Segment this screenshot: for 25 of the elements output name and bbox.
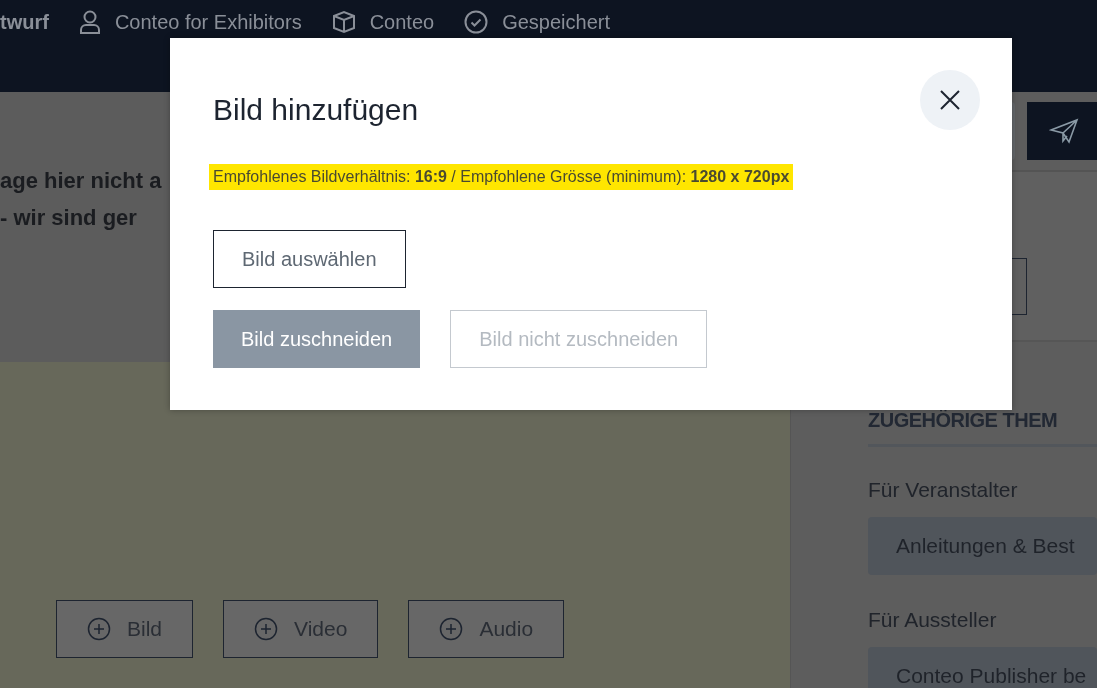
select-image-button[interactable]: Bild auswählen [213, 230, 406, 288]
recommendation-text: Empfohlenes Bildverhältnis: 16:9 / Empfohlene Grösse (minimum): 1280 x 720px [209, 164, 794, 190]
paper-plane-icon [1049, 118, 1079, 144]
plus-circle-icon [254, 617, 279, 641]
group-label: Für Veranstalter [868, 477, 1019, 503]
group-label: Für Aussteller [868, 607, 998, 633]
status-text: twurf [0, 10, 49, 34]
add-media-button[interactable]: Audio [408, 600, 565, 658]
check-circle-icon [464, 10, 489, 34]
crop-button[interactable]: Bild zuschneiden [213, 310, 421, 368]
content-text: - wir sind ger [0, 204, 137, 232]
send-button[interactable] [1027, 102, 1097, 160]
add-media-button[interactable]: Video [223, 600, 379, 658]
cube-icon [331, 10, 356, 34]
user-icon [78, 10, 101, 34]
top-bar-item[interactable]: Gespeichert [502, 10, 610, 34]
plus-circle-icon [439, 617, 464, 641]
close-icon [939, 89, 961, 111]
plus-circle-icon [87, 617, 111, 641]
top-bar-item[interactable]: Conteo [369, 10, 435, 34]
dialog-title: Bild hinzufügen [213, 92, 419, 128]
top-bar-item[interactable]: Conteo for Exhibitors [114, 10, 302, 34]
section-heading: ZUGEHÖRIGE THEM [868, 408, 1059, 433]
add-media-button[interactable]: Bild [56, 600, 194, 658]
content-text: age hier nicht a [0, 167, 162, 195]
